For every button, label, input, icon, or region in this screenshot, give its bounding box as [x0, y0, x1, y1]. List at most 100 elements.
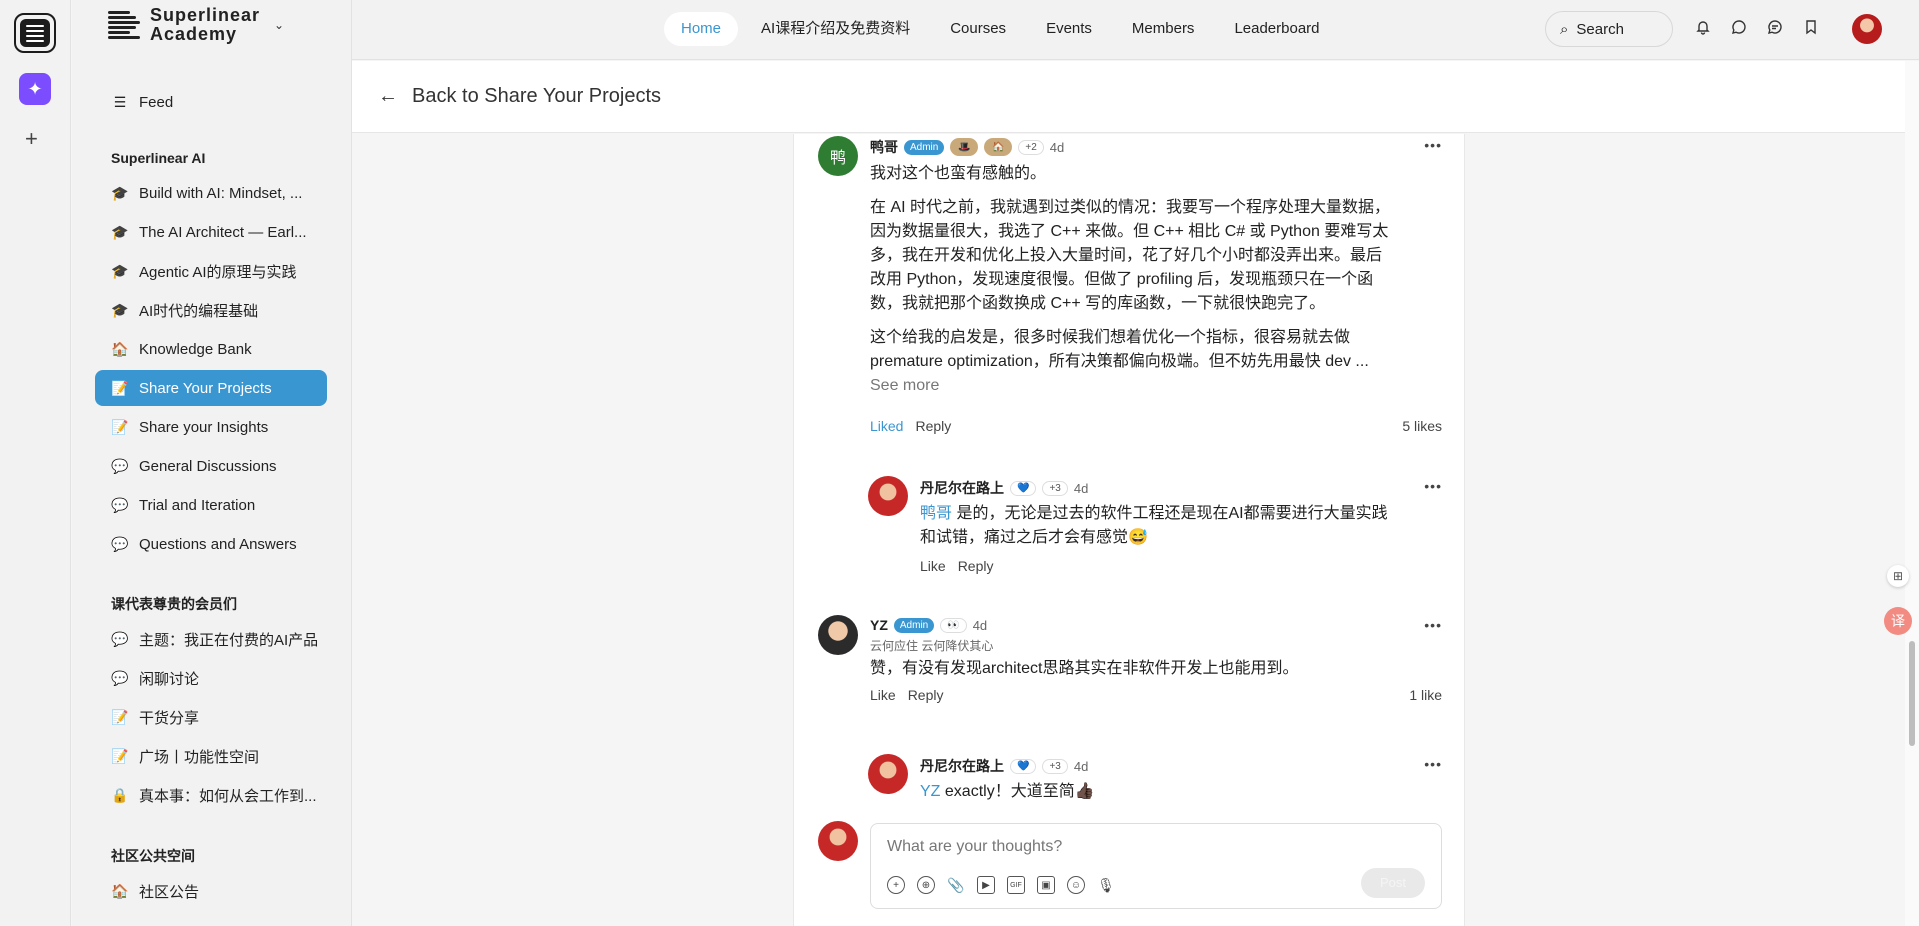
top-bar: Home AI课程介绍及免费资料 Courses Events Members Leade…	[352, 0, 1919, 60]
sidebar-item[interactable]: 🏠 社区公告	[95, 873, 327, 909]
user-avatar[interactable]	[1852, 14, 1882, 44]
add-community-icon[interactable]: +	[25, 128, 38, 150]
avatar[interactable]	[818, 615, 858, 655]
scrollbar[interactable]	[1905, 61, 1919, 926]
space-icon: 💬	[111, 496, 129, 513]
sidebar-feed-section: ☰ Feed	[72, 84, 352, 120]
reply-text: exactly！大道至简👍🏿	[940, 783, 1095, 800]
author-name[interactable]: 鸭哥	[870, 137, 898, 157]
see-more-link[interactable]: See more	[870, 374, 1390, 398]
sidebar-section-superlinear: Superlinear AI 🎓 Build with AI: Mindset, …	[72, 144, 352, 562]
main-content: ← Back to Share Your Projects 鸭 鸭哥 Admin…	[352, 61, 1905, 926]
comment-composer[interactable]: What are your thoughts? + ⊕ 📎 ▶ GIF ▣ ☺ …	[870, 823, 1442, 909]
bookmark-icon[interactable]	[1802, 18, 1820, 36]
space-icon: 🎓	[111, 301, 129, 318]
messages-icon[interactable]	[1766, 18, 1784, 36]
brand[interactable]: Superlinear Academy ⌄	[108, 6, 284, 44]
sidebar-item[interactable]: 💬 闲聊讨论	[95, 660, 327, 696]
scrollbar-thumb[interactable]	[1909, 641, 1915, 746]
sidebar-item-feed[interactable]: ☰ Feed	[95, 84, 327, 120]
tab-3[interactable]: Events	[1029, 12, 1109, 46]
more-options-icon[interactable]: •••	[1424, 137, 1442, 153]
comment-header: 丹尼尔在路上 💙 +3 4d	[920, 478, 1088, 498]
more-options-icon[interactable]: •••	[1424, 617, 1442, 633]
mention-link[interactable]: YZ	[920, 783, 940, 800]
microphone-icon[interactable]: 🎙	[1097, 876, 1115, 894]
chevron-down-icon[interactable]: ⌄	[274, 18, 284, 32]
space-icon: 📝	[111, 379, 129, 396]
sidebar-item-label: The AI Architect — Earl...	[139, 223, 307, 241]
more-options-icon[interactable]: •••	[1424, 478, 1442, 494]
avatar[interactable]: 鸭	[818, 136, 858, 176]
sidebar-item-label: 社区公告	[139, 883, 200, 901]
back-link[interactable]: ← Back to Share Your Projects	[352, 61, 1905, 133]
author-name[interactable]: 丹尼尔在路上	[920, 478, 1004, 498]
like-button[interactable]: Liked	[870, 418, 903, 434]
heart-badge-icon: 💙	[1010, 758, 1037, 774]
reply-button[interactable]: Reply	[958, 558, 994, 574]
community-logo-icon[interactable]	[14, 13, 56, 53]
sidebar-item[interactable]: 💬 Trial and Iteration	[95, 487, 327, 523]
bell-icon[interactable]	[1694, 18, 1712, 36]
qr-code-icon[interactable]: ⊞	[1887, 565, 1909, 587]
plus-icon[interactable]: +	[887, 876, 905, 894]
sidebar-item[interactable]: 💬 Questions and Answers	[95, 526, 327, 562]
sidebar-item[interactable]: 🔒 真本事：如何从会工作到...	[95, 777, 327, 813]
avatar[interactable]	[868, 754, 908, 794]
tab-0[interactable]: Home	[664, 12, 739, 46]
image-icon[interactable]: ▣	[1037, 876, 1055, 894]
space-icon: 💬	[111, 457, 129, 474]
ai-sparkle-icon[interactable]: ✦	[19, 73, 51, 105]
sidebar-item-label: General Discussions	[139, 457, 277, 475]
comment-paragraph: 这个给我的启发是，很多时候我们想着优化一个指标，很容易就去做 premature…	[870, 329, 1369, 370]
more-badges-count[interactable]: +3	[1042, 480, 1068, 496]
avatar[interactable]	[868, 476, 908, 516]
more-badges-count[interactable]: +2	[1018, 139, 1044, 155]
sidebar-item[interactable]: 🎓 Agentic AI的原理与实践	[95, 253, 327, 289]
author-name[interactable]: 丹尼尔在路上	[920, 756, 1004, 776]
globe-icon[interactable]: ⊕	[917, 876, 935, 894]
gif-icon[interactable]: GIF	[1007, 876, 1025, 894]
feed-icon: ☰	[113, 93, 127, 110]
comment-actions: Liked Reply	[870, 418, 951, 434]
sidebar-item[interactable]: 🎓 The AI Architect — Earl...	[95, 214, 327, 250]
translate-icon[interactable]: 译	[1884, 607, 1912, 635]
like-button[interactable]: Like	[920, 558, 946, 574]
composer-toolbar: + ⊕ 📎 ▶ GIF ▣ ☺ 🎙	[887, 876, 1115, 894]
likes-count[interactable]: 5 likes	[1402, 418, 1442, 434]
comment-body: 我对这个也蛮有感触的。 在 AI 时代之前，我就遇到过类似的情况：我要写一个程序…	[870, 162, 1390, 398]
reply-button[interactable]: Reply	[908, 687, 944, 703]
comment-input[interactable]: What are your thoughts?	[887, 838, 1062, 856]
sidebar-section-title: 社区公共空间	[111, 848, 195, 864]
tab-2[interactable]: Courses	[933, 12, 1023, 46]
top-icons	[1694, 18, 1820, 36]
post-button[interactable]: Post	[1361, 868, 1425, 898]
mention-link[interactable]: 鸭哥	[920, 505, 952, 522]
video-icon[interactable]: ▶	[977, 876, 995, 894]
sidebar-item[interactable]: 🎓 AI时代的编程基础	[95, 292, 327, 328]
author-name[interactable]: YZ	[870, 617, 888, 633]
sidebar: Superlinear Academy ⌄ ☰ Feed Superlinear …	[72, 0, 352, 926]
sidebar-item[interactable]: 🎓 Build with AI: Mindset, ...	[95, 175, 327, 211]
comment-paragraph: 我对这个也蛮有感触的。	[870, 165, 1047, 182]
tab-1[interactable]: AI课程介绍及免费资料	[744, 12, 927, 46]
sidebar-item[interactable]: 🏠 Knowledge Bank	[95, 331, 327, 367]
tab-4[interactable]: Members	[1115, 12, 1212, 46]
chat-icon[interactable]	[1730, 18, 1748, 36]
sidebar-item[interactable]: 📝 广场丨功能性空间	[95, 738, 327, 774]
sidebar-item[interactable]: 💬 General Discussions	[95, 448, 327, 484]
search-button[interactable]: ⌕ Search	[1545, 11, 1673, 47]
sidebar-item[interactable]: 📝 Share Your Projects	[95, 370, 327, 406]
like-button[interactable]: Like	[870, 687, 896, 703]
sidebar-item[interactable]: 📝 Share your Insights	[95, 409, 327, 445]
emoji-icon[interactable]: ☺	[1067, 876, 1085, 894]
tab-5[interactable]: Leaderboard	[1217, 12, 1336, 46]
sidebar-item[interactable]: 💬 主题：我正在付费的AI产品	[95, 621, 327, 657]
likes-count[interactable]: 1 like	[1409, 687, 1442, 703]
comment-actions: Like Reply	[920, 558, 993, 574]
more-badges-count[interactable]: +3	[1042, 758, 1068, 774]
sidebar-item[interactable]: 📝 干货分享	[95, 699, 327, 735]
reply-button[interactable]: Reply	[915, 418, 951, 434]
attachment-icon[interactable]: 📎	[947, 876, 965, 894]
more-options-icon[interactable]: •••	[1424, 756, 1442, 772]
